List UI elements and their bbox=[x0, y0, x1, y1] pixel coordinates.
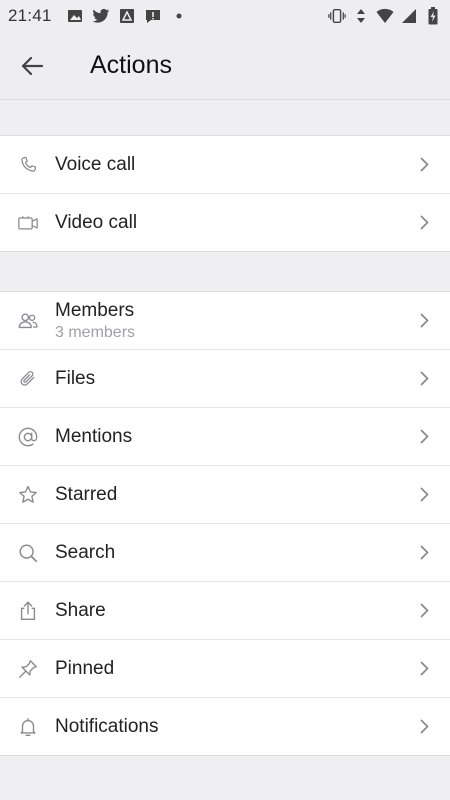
alert-icon bbox=[144, 7, 162, 25]
list-item-search[interactable]: Search bbox=[0, 524, 450, 582]
list-item-pinned[interactable]: Pinned bbox=[0, 640, 450, 698]
share-label: Share bbox=[55, 599, 106, 621]
arrow-left-icon bbox=[21, 56, 43, 76]
search-label: Search bbox=[55, 541, 116, 563]
chevron-right-icon bbox=[418, 486, 430, 504]
list-item-video-call[interactable]: Video call bbox=[0, 194, 450, 251]
back-button[interactable] bbox=[0, 32, 64, 99]
chevron-right-icon bbox=[418, 428, 430, 446]
wifi-icon bbox=[376, 7, 394, 25]
files-label: Files bbox=[55, 367, 96, 389]
list-item-starred[interactable]: Starred bbox=[0, 466, 450, 524]
members-count: 3 members bbox=[55, 323, 136, 341]
mentions-label: Mentions bbox=[55, 425, 133, 447]
share-icon bbox=[16, 599, 40, 623]
pinned-label: Pinned bbox=[55, 657, 115, 679]
twitter-icon bbox=[92, 7, 110, 25]
chevron-right-icon bbox=[418, 602, 430, 620]
star-icon bbox=[16, 483, 40, 507]
list-item-share[interactable]: Share bbox=[0, 582, 450, 640]
members-icon bbox=[16, 309, 40, 333]
paperclip-icon bbox=[16, 367, 40, 391]
drive-icon bbox=[118, 7, 136, 25]
chevron-right-icon bbox=[418, 370, 430, 388]
at-icon bbox=[16, 425, 40, 449]
phone-icon bbox=[16, 153, 40, 177]
list-item-files[interactable]: Files bbox=[0, 350, 450, 408]
chevron-right-icon bbox=[418, 214, 430, 232]
members-label: Members bbox=[55, 299, 135, 321]
actions-section: Members 3 members Files Mentions Starred… bbox=[0, 291, 450, 756]
status-time: 21:41 bbox=[8, 6, 52, 25]
search-icon bbox=[16, 541, 40, 565]
chevron-right-icon bbox=[418, 660, 430, 678]
list-item-notifications[interactable]: Notifications bbox=[0, 698, 450, 755]
voice-call-label: Voice call bbox=[55, 153, 136, 175]
list-item-mentions[interactable]: Mentions bbox=[0, 408, 450, 466]
chevron-right-icon bbox=[418, 312, 430, 330]
video-camera-icon bbox=[16, 211, 40, 235]
list-item-voice-call[interactable]: Voice call bbox=[0, 136, 450, 194]
list-item-members[interactable]: Members 3 members bbox=[0, 292, 450, 350]
page-title: Actions bbox=[90, 51, 172, 79]
notifications-label: Notifications bbox=[55, 715, 159, 737]
video-call-label: Video call bbox=[55, 211, 138, 233]
app-bar: Actions bbox=[0, 32, 450, 100]
bell-icon bbox=[16, 715, 40, 739]
battery-charging-icon bbox=[424, 7, 442, 25]
signal-icon bbox=[400, 7, 418, 25]
data-arrows-icon bbox=[352, 7, 370, 25]
chevron-right-icon bbox=[418, 544, 430, 562]
vibrate-icon bbox=[328, 7, 346, 25]
chevron-right-icon bbox=[418, 718, 430, 736]
dot-icon bbox=[170, 7, 188, 25]
status-bar: 21:41 bbox=[0, 0, 450, 32]
starred-label: Starred bbox=[55, 483, 118, 505]
calls-section: Voice call Video call bbox=[0, 135, 450, 252]
image-icon bbox=[66, 7, 84, 25]
pin-icon bbox=[16, 657, 40, 681]
chevron-right-icon bbox=[418, 156, 430, 174]
